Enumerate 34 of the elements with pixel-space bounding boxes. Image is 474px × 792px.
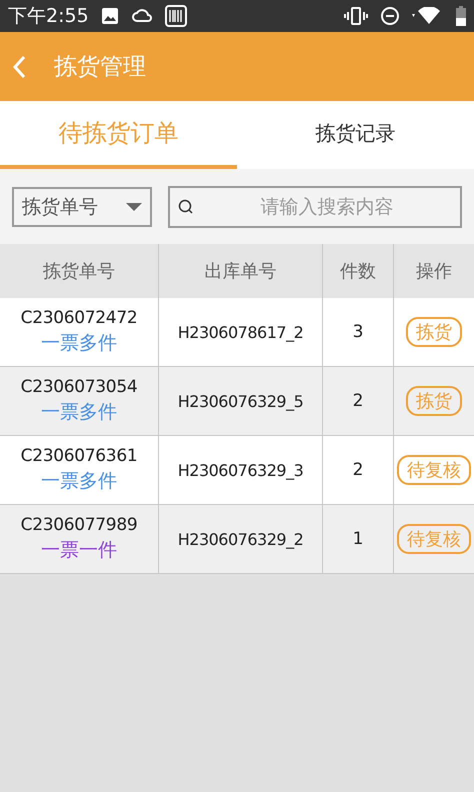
action-button[interactable]: 待复核 [397,455,471,485]
cloud-icon [130,8,153,24]
column-header: 出库单号 [158,244,322,298]
table-cell: 2 [322,366,394,436]
pick-number: C2306077989 [20,515,138,535]
action-button[interactable]: 拣货 [406,317,462,347]
pick-number: C2306073054 [20,377,138,397]
status-time: 下午2:55 [8,4,89,29]
battery-icon [456,6,466,26]
column-header: 件数 [322,244,394,298]
tab[interactable]: 拣货记录 [237,101,474,169]
pick-number: C2306072472 [20,308,138,328]
table-cell: 1 [322,504,394,574]
back-icon[interactable] [12,54,26,78]
page-title: 拣货管理 [54,53,146,82]
action-button[interactable]: 拣货 [406,386,462,416]
table-cell: H2306076329_5 [158,366,322,436]
column-header: 拣货单号 [0,244,158,298]
order-type-label: 一票一件 [40,538,118,563]
do-not-disturb-icon [380,6,400,26]
action-button[interactable]: 待复核 [397,524,471,554]
order-type-label: 一票多件 [40,331,118,356]
pick-number: C2306076361 [20,446,138,466]
order-type-label: 一票多件 [40,400,118,425]
search-type-dropdown[interactable]: 拣货单号 [12,186,152,226]
table-cell: H2306076329_2 [158,504,322,574]
dropdown-caret-icon [126,202,142,210]
search-icon [178,198,194,214]
image-icon [100,7,119,25]
order-type-label: 一票多件 [40,469,118,494]
search-field[interactable]: 请输入搜索内容 [168,186,462,228]
vibrate-icon [344,7,368,25]
barcode-icon [164,5,187,27]
column-header: 操作 [394,244,474,298]
